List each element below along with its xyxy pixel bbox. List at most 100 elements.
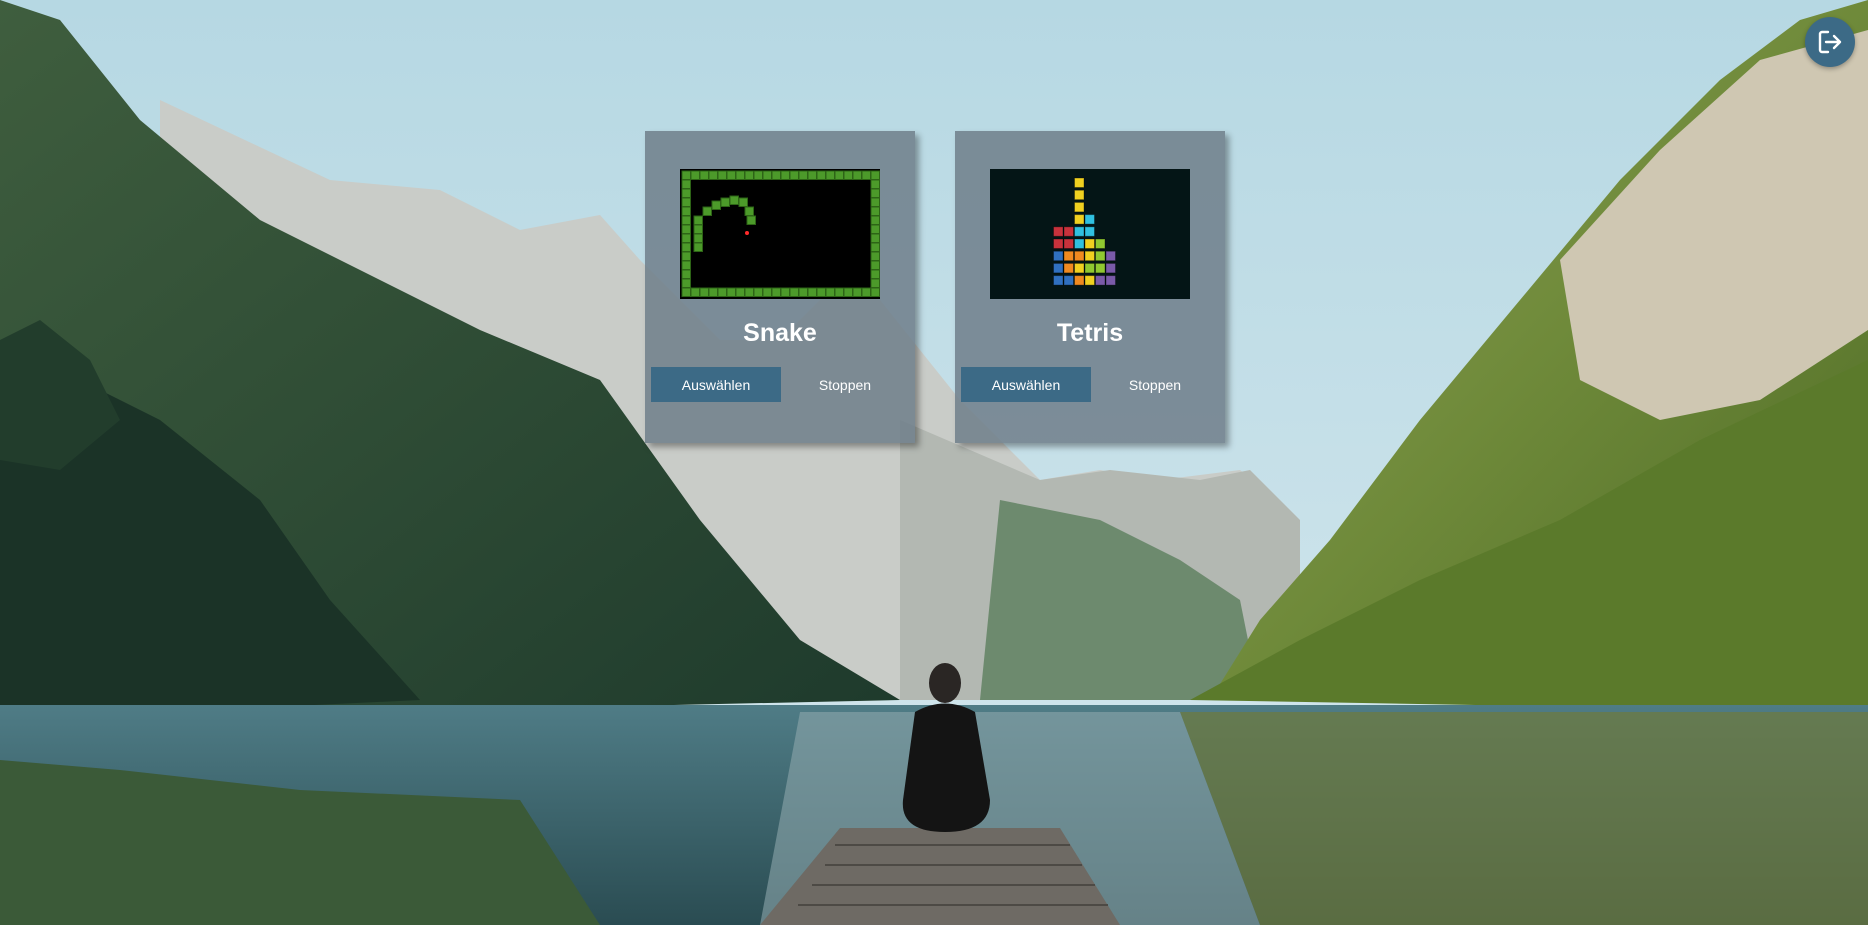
game-tile xyxy=(870,179,880,189)
game-tile xyxy=(681,278,691,288)
stop-button[interactable]: Stoppen xyxy=(1091,367,1219,402)
game-tile xyxy=(708,170,718,180)
game-tile xyxy=(1063,250,1074,262)
game-tile xyxy=(738,197,748,207)
game-tile xyxy=(1095,262,1106,274)
game-tile xyxy=(1074,189,1085,201)
game-tile xyxy=(1074,177,1085,188)
game-tile xyxy=(693,215,703,225)
game-tile xyxy=(870,188,880,198)
game-title: Tetris xyxy=(1056,319,1124,347)
game-tile xyxy=(1074,238,1085,249)
game-tile xyxy=(1053,238,1064,249)
game-tile xyxy=(1053,275,1064,286)
game-tile xyxy=(1074,226,1085,237)
snake-preview-image xyxy=(680,169,880,299)
game-tile xyxy=(834,170,844,180)
game-tile xyxy=(744,170,754,180)
game-tile xyxy=(1074,275,1085,286)
game-tile xyxy=(681,269,691,279)
game-tile xyxy=(681,206,691,216)
game-tile xyxy=(726,170,736,180)
game-tile xyxy=(1105,275,1116,286)
game-tile xyxy=(717,287,727,297)
game-tile xyxy=(825,170,835,180)
game-tile xyxy=(681,197,691,207)
game-tile xyxy=(1074,250,1085,262)
game-tile xyxy=(798,170,808,180)
game-tile xyxy=(1063,262,1074,274)
game-tile xyxy=(870,206,880,216)
game-tile xyxy=(746,215,756,225)
game-tile xyxy=(1095,238,1106,249)
game-tile xyxy=(1053,250,1064,262)
game-tile xyxy=(681,188,691,198)
game-tile xyxy=(690,287,700,297)
game-tile xyxy=(807,170,817,180)
game-tile xyxy=(762,287,772,297)
game-tile xyxy=(780,170,790,180)
logout-button[interactable] xyxy=(1805,17,1855,67)
game-tile xyxy=(681,170,691,180)
game-tile xyxy=(681,224,691,234)
game-tile xyxy=(1084,214,1095,225)
game-tile xyxy=(1063,275,1074,286)
game-tile xyxy=(681,287,691,297)
game-tile xyxy=(681,242,691,252)
game-tile xyxy=(870,197,880,207)
game-tile xyxy=(681,251,691,261)
game-tile xyxy=(870,233,880,243)
game-tile xyxy=(699,170,709,180)
game-tile xyxy=(1084,250,1095,262)
game-tile xyxy=(870,260,880,270)
game-tile xyxy=(708,287,718,297)
game-tile xyxy=(693,242,703,252)
logout-icon xyxy=(1818,30,1842,54)
game-tile xyxy=(834,287,844,297)
game-tile xyxy=(798,287,808,297)
game-tile xyxy=(843,287,853,297)
game-tile xyxy=(852,287,862,297)
game-tile xyxy=(861,287,871,297)
game-tile xyxy=(690,170,700,180)
game-tile xyxy=(1084,262,1095,274)
game-tile xyxy=(726,287,736,297)
game-tile xyxy=(1105,262,1116,274)
game-tile xyxy=(1053,226,1064,237)
game-tile xyxy=(753,287,763,297)
select-button[interactable]: Auswählen xyxy=(961,367,1091,402)
game-tile xyxy=(843,170,853,180)
game-tile xyxy=(1084,226,1095,237)
game-tile xyxy=(789,287,799,297)
tetris-preview-image xyxy=(990,169,1190,299)
game-tile xyxy=(681,233,691,243)
game-tile xyxy=(681,215,691,225)
game-tile xyxy=(744,206,754,216)
game-tile xyxy=(1084,275,1095,286)
game-tile xyxy=(807,287,817,297)
game-tile xyxy=(771,287,781,297)
game-tile xyxy=(1105,250,1116,262)
game-tile xyxy=(1053,262,1064,274)
game-tile xyxy=(1074,262,1085,274)
game-tile xyxy=(825,287,835,297)
game-tile xyxy=(735,170,745,180)
game-tile xyxy=(729,195,739,205)
select-button[interactable]: Auswählen xyxy=(651,367,781,402)
game-tile xyxy=(852,170,862,180)
game-tile xyxy=(1063,238,1074,249)
game-tile xyxy=(771,170,781,180)
game-tile xyxy=(816,170,826,180)
game-tile xyxy=(1095,275,1106,286)
game-tile xyxy=(789,170,799,180)
game-tile xyxy=(870,251,880,261)
game-tile xyxy=(711,200,721,210)
game-tile xyxy=(780,287,790,297)
game-tile xyxy=(717,170,727,180)
stop-button[interactable]: Stoppen xyxy=(781,367,909,402)
background-landscape xyxy=(0,0,1868,925)
game-tile xyxy=(870,287,880,297)
game-card-snake: Snake Auswählen Stoppen xyxy=(645,131,915,443)
game-tile xyxy=(753,170,763,180)
game-tile xyxy=(1074,214,1085,225)
